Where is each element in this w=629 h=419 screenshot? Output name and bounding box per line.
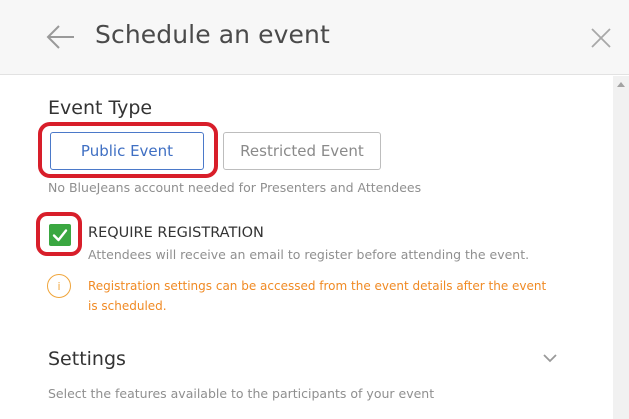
registration-notice: Registration settings can be accessed fr…	[88, 279, 547, 313]
restricted-event-button[interactable]: Restricted Event	[223, 132, 381, 170]
arrow-left-icon[interactable]	[46, 24, 76, 50]
public-event-button[interactable]: Public Event	[50, 132, 204, 170]
event-type-heading: Event Type	[48, 97, 153, 119]
info-icon: i	[47, 274, 71, 298]
settings-description: Select the features available to the par…	[48, 386, 435, 401]
close-icon[interactable]	[590, 27, 612, 49]
page-title: Schedule an event	[95, 20, 330, 49]
chevron-down-icon[interactable]	[542, 352, 558, 364]
scrollbar[interactable]	[613, 76, 629, 419]
require-registration-label: REQUIRE REGISTRATION	[88, 225, 264, 241]
settings-heading: Settings	[48, 348, 126, 370]
event-type-description: No BlueJeans account needed for Presente…	[48, 180, 422, 195]
dialog-header: Schedule an event	[0, 0, 629, 75]
scroll-up-arrow-icon[interactable]	[617, 82, 625, 87]
registration-description: Attendees will receive an email to regis…	[88, 247, 530, 262]
require-registration-checkbox[interactable]	[49, 224, 71, 246]
checkmark-icon	[52, 229, 68, 242]
